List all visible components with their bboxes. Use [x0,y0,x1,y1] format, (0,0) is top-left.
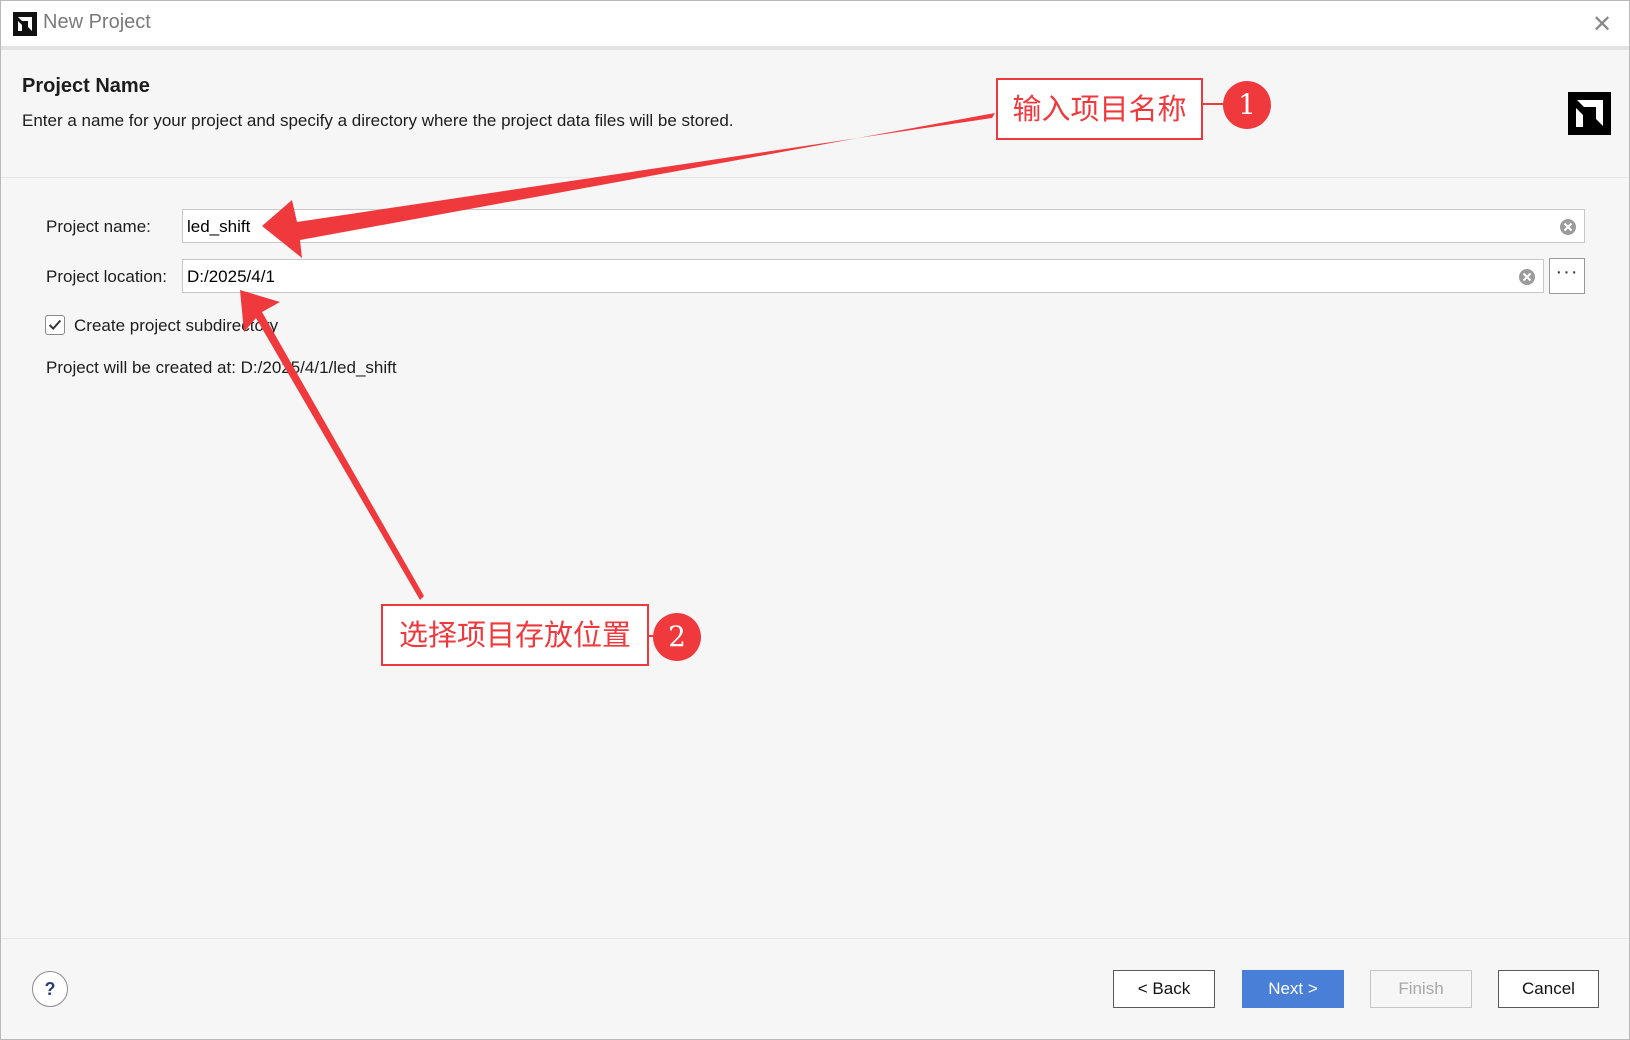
close-button[interactable]: ✕ [1587,9,1617,39]
project-name-label: Project name: [46,217,151,236]
checkmark-icon [48,319,62,331]
back-button[interactable]: < Back [1113,970,1215,1008]
header-divider [1,177,1629,178]
footer-divider [1,938,1629,939]
annotation-label-1: 输入项目名称 [996,78,1203,140]
project-location-value: D:/2025/4/1 [187,267,275,286]
app-logo-icon [13,12,37,36]
browse-location-button[interactable]: ··· [1549,258,1585,294]
help-button[interactable]: ? [32,971,68,1007]
project-name-value: led_shift [187,217,251,236]
annotation-label-2: 选择项目存放位置 [381,604,649,666]
project-name-input[interactable]: led_shift [182,209,1585,243]
project-location-input[interactable]: D:/2025/4/1 [182,259,1544,293]
cancel-button[interactable]: Cancel [1498,970,1599,1008]
amd-logo-icon [1568,92,1611,135]
window-title: New Project [43,11,151,33]
project-path-preview: Project will be created at: D:/2025/4/1/… [46,358,397,377]
annotation-badge-1: 1 [1223,81,1271,129]
create-subdirectory-checkbox[interactable] [45,315,65,335]
clear-icon[interactable] [1559,218,1577,236]
project-location-label: Project location: [46,267,167,286]
page-title: Project Name [22,75,150,97]
clear-icon[interactable] [1518,268,1536,286]
new-project-dialog: New Project ✕ Project Name Enter a name … [0,0,1630,1040]
create-subdirectory-label[interactable]: Create project subdirectory [74,316,278,336]
title-bar: New Project ✕ [1,1,1629,50]
next-button[interactable]: Next > [1242,970,1344,1008]
finish-button[interactable]: Finish [1370,970,1472,1008]
annotation-badge-2: 2 [653,613,701,661]
page-subtitle: Enter a name for your project and specif… [22,111,734,130]
